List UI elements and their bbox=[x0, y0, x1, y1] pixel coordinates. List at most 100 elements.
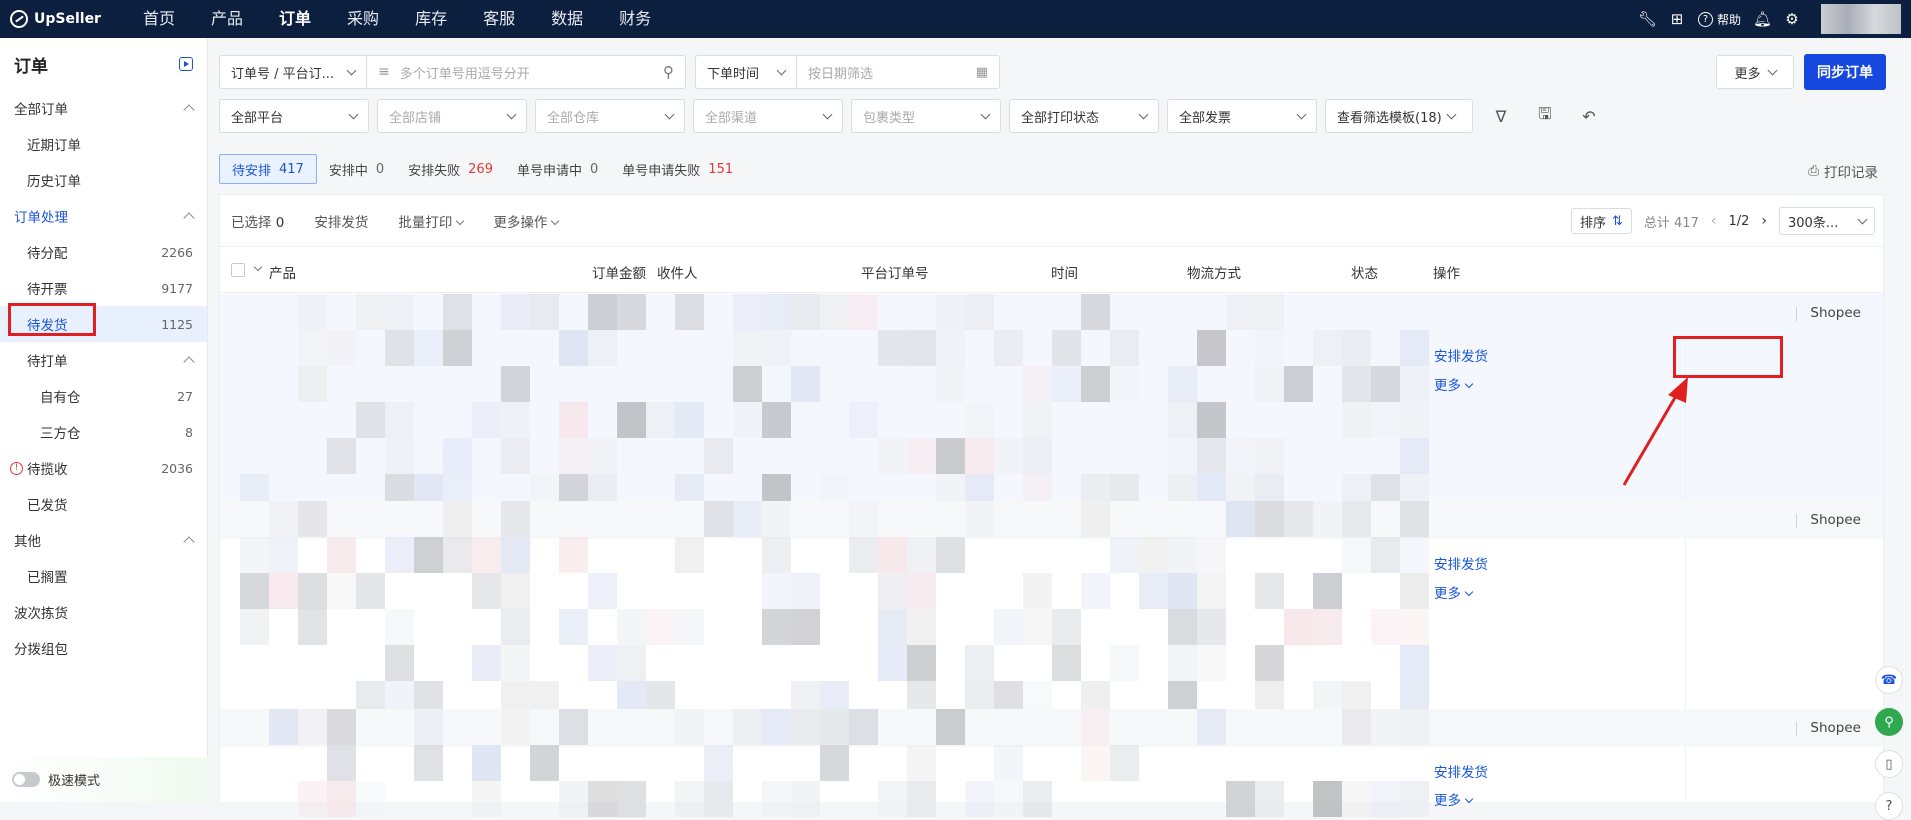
tab-tracking-applying[interactable]: 单号申请中 0 bbox=[505, 154, 610, 184]
sync-orders-button[interactable]: 同步订单 bbox=[1804, 54, 1886, 90]
blur-block bbox=[414, 709, 443, 745]
select-all-checkbox[interactable] bbox=[231, 263, 245, 277]
shop-select[interactable]: 全部店铺 bbox=[377, 99, 527, 133]
next-page-icon[interactable]: › bbox=[1761, 213, 1767, 229]
sidebar-item-to-collect[interactable]: ! 待揽收 2036 bbox=[0, 450, 207, 486]
nav-item-home[interactable]: 首页 bbox=[125, 0, 193, 38]
nav-item-service[interactable]: 客服 bbox=[465, 0, 533, 38]
nav-item-orders[interactable]: 订单 bbox=[261, 0, 329, 38]
nav-item-inventory[interactable]: 库存 bbox=[397, 0, 465, 38]
date-filter-input[interactable]: 按日期筛选 ▦ bbox=[796, 55, 1000, 89]
gear-icon[interactable]: ⚙ bbox=[1783, 10, 1801, 28]
sidebar-header: 订单 bbox=[0, 38, 207, 90]
sidebar-item-to-print[interactable]: 待打单 bbox=[0, 342, 207, 378]
arrange-shipment-button[interactable]: 安排发货 bbox=[314, 211, 368, 231]
sidebar-item-own-warehouse[interactable]: 自有仓 27 bbox=[0, 378, 207, 414]
reset-icon[interactable]: ↶ bbox=[1578, 105, 1600, 127]
apps-grid-icon[interactable]: ⊞ bbox=[1668, 10, 1686, 28]
nav-item-data[interactable]: 数据 bbox=[533, 0, 601, 38]
sidebar-item-to-assign[interactable]: 待分配 2266 bbox=[0, 234, 207, 270]
sidebar-item-to-ship[interactable]: 待发货 1125 bbox=[0, 306, 207, 342]
search-icon[interactable]: ⚲ bbox=[1875, 708, 1903, 736]
blur-block bbox=[1313, 501, 1342, 537]
tab-arrange-failed[interactable]: 安排失败 269 bbox=[396, 154, 505, 184]
blur-block bbox=[936, 537, 965, 573]
blur-block bbox=[356, 294, 385, 330]
save-icon[interactable]: 🖫︎ bbox=[1534, 104, 1556, 127]
more-actions-link[interactable]: 更多 bbox=[1434, 374, 1474, 394]
sidebar-item-on-hold[interactable]: 已搁置 bbox=[0, 558, 207, 594]
help-icon[interactable]: ? bbox=[1875, 792, 1903, 820]
sidebar-item-third-party-warehouse[interactable]: 三方仓 8 bbox=[0, 414, 207, 450]
sort-button[interactable]: 排序 ⇅ bbox=[1570, 208, 1632, 234]
avatar[interactable] bbox=[1821, 4, 1901, 34]
sidebar-group-order-processing[interactable]: 订单处理 bbox=[0, 198, 207, 234]
tab-tracking-failed[interactable]: 单号申请失败 151 bbox=[610, 154, 745, 184]
sidebar-item-to-invoice[interactable]: 待开票 9177 bbox=[0, 270, 207, 306]
blur-block bbox=[472, 745, 501, 781]
platform-select[interactable]: 全部平台 bbox=[219, 99, 369, 133]
tab-arranging[interactable]: 安排中 0 bbox=[317, 154, 396, 184]
chevron-down-icon[interactable] bbox=[253, 262, 263, 272]
search-icon[interactable]: ⚲ bbox=[663, 63, 674, 81]
bell-icon[interactable]: 🔔︎ bbox=[1753, 10, 1772, 28]
nav-item-finance[interactable]: 财务 bbox=[601, 0, 669, 38]
more-actions-link[interactable]: 更多 bbox=[1434, 789, 1474, 809]
print-status-select[interactable]: 全部打印状态 bbox=[1009, 99, 1159, 133]
sidebar-item-wave-picking[interactable]: 波次拣货 bbox=[0, 594, 207, 630]
invoice-select[interactable]: 全部发票 bbox=[1167, 99, 1317, 133]
collapse-sidebar-icon[interactable] bbox=[179, 57, 193, 71]
arrange-shipment-link[interactable]: 安排发货 bbox=[1434, 345, 1488, 365]
sidebar-group-all-orders[interactable]: 全部订单 bbox=[0, 90, 207, 126]
arrange-shipment-link[interactable]: 安排发货 bbox=[1434, 553, 1488, 573]
blur-block bbox=[269, 501, 298, 537]
order-row: Shopee 安排发货 更多 bbox=[220, 501, 1883, 717]
blur-block bbox=[298, 781, 327, 817]
sidebar-item-label: 已发货 bbox=[27, 498, 68, 514]
speed-mode-toggle[interactable] bbox=[12, 772, 40, 787]
sidebar-item-recent-orders[interactable]: 近期订单 bbox=[0, 126, 207, 162]
order-type-select[interactable]: 订单号 / 平台订... bbox=[219, 55, 367, 89]
tab-pending-arrange[interactable]: 待安排 417 bbox=[219, 154, 317, 184]
prev-page-icon[interactable]: ‹ bbox=[1711, 213, 1717, 229]
order-platform: Shopee bbox=[1796, 512, 1861, 528]
batch-print-button[interactable]: 批量打印 bbox=[398, 211, 465, 231]
time-type-select[interactable]: 下单时间 bbox=[695, 55, 797, 89]
sidebar-item-history-orders[interactable]: 历史订单 bbox=[0, 162, 207, 198]
wrench-icon[interactable]: 🔧︎ bbox=[1638, 10, 1657, 28]
blur-block bbox=[298, 573, 327, 609]
blur-block bbox=[704, 501, 733, 537]
blur-block bbox=[385, 609, 414, 645]
arrange-shipment-link[interactable]: 安排发货 bbox=[1434, 761, 1488, 781]
help-button[interactable]: ? 帮助 bbox=[1697, 11, 1741, 28]
table-header: 产品 订单金额 收件人 平台订单号 时间 物流方式 状态 操作 bbox=[220, 247, 1883, 293]
filter-icon[interactable]: ∇ bbox=[1490, 105, 1512, 127]
page-size-select[interactable]: 300条... bbox=[1779, 207, 1875, 235]
sidebar-group-other[interactable]: 其他 bbox=[0, 522, 207, 558]
blur-block bbox=[617, 294, 646, 330]
blur-block bbox=[762, 537, 791, 573]
logo[interactable]: UpSeller bbox=[0, 10, 125, 28]
nav-item-products[interactable]: 产品 bbox=[193, 0, 261, 38]
sidebar-item-label: 待打单 bbox=[27, 354, 68, 370]
nav-item-purchase[interactable]: 采购 bbox=[329, 0, 397, 38]
sidebar-item-sorting-packing[interactable]: 分拨组包 bbox=[0, 630, 207, 666]
mobile-icon[interactable]: ▯ bbox=[1875, 750, 1903, 778]
print-log-link[interactable]: ⎙ 打印记录 bbox=[1808, 161, 1878, 181]
package-type-select[interactable]: 包裹类型 bbox=[851, 99, 1001, 133]
more-actions-link[interactable]: 更多 bbox=[1434, 582, 1474, 602]
sidebar-item-shipped[interactable]: 已发货 bbox=[0, 486, 207, 522]
batch-print-label: 批量打印 bbox=[398, 214, 453, 231]
blur-block bbox=[1197, 537, 1226, 573]
order-search-input[interactable]: ≡ 多个订单号用逗号分开 ⚲ bbox=[366, 55, 686, 89]
channel-select[interactable]: 全部渠道 bbox=[693, 99, 843, 133]
column-header-time: 时间 bbox=[1051, 266, 1078, 282]
more-button[interactable]: 更多 bbox=[1716, 55, 1794, 89]
warehouse-select[interactable]: 全部仓库 bbox=[535, 99, 685, 133]
filter-templates-select[interactable]: 查看筛选模板(18) bbox=[1325, 99, 1473, 133]
selected-label: 已选择 bbox=[231, 214, 272, 231]
customer-service-icon[interactable]: ☎ bbox=[1875, 666, 1903, 694]
chevron-up-icon bbox=[183, 104, 195, 116]
blur-block bbox=[965, 781, 994, 817]
more-operations-button[interactable]: 更多操作 bbox=[493, 211, 560, 231]
